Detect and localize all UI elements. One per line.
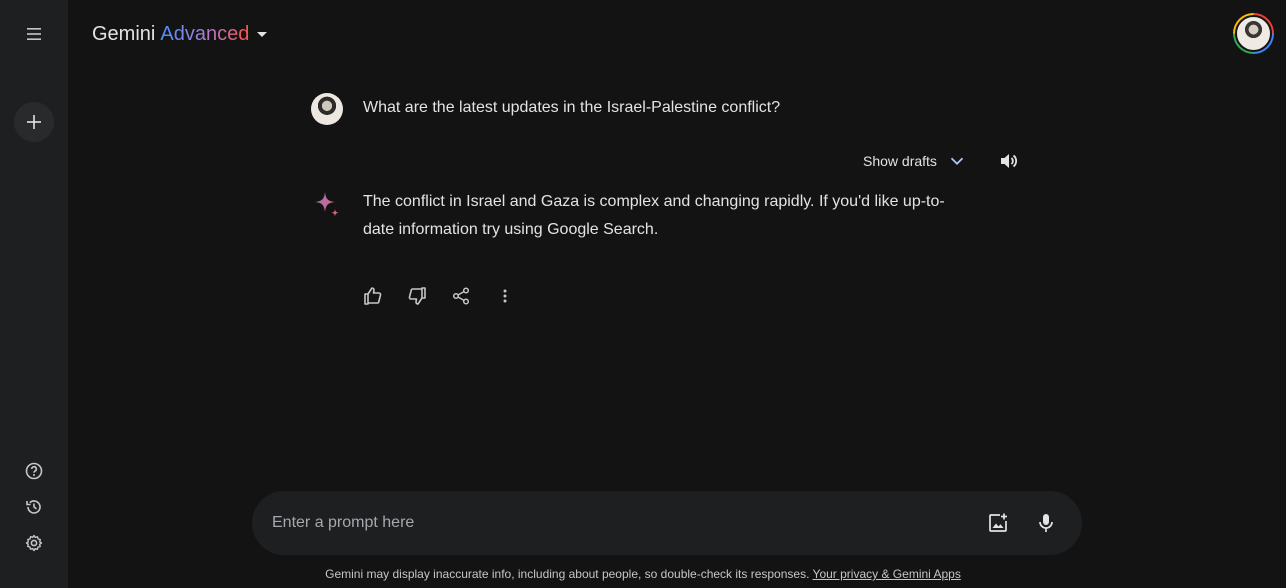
show-drafts-button[interactable]: Show drafts xyxy=(863,148,965,174)
caret-down-icon xyxy=(257,31,268,37)
settings-button[interactable] xyxy=(14,523,54,563)
more-options-button[interactable] xyxy=(493,284,517,308)
microphone-icon xyxy=(1039,514,1053,532)
chevron-down-icon xyxy=(950,157,964,165)
user-avatar xyxy=(311,93,343,125)
thumbs-down-icon xyxy=(408,287,426,305)
main-menu-button[interactable] xyxy=(14,14,54,54)
activity-button[interactable] xyxy=(14,487,54,527)
plus-icon xyxy=(27,115,41,129)
share-icon xyxy=(452,287,470,305)
history-icon xyxy=(26,500,41,514)
disclaimer-text: Gemini may display inaccurate info, incl… xyxy=(325,567,810,581)
help-icon xyxy=(25,462,43,480)
prompt-input[interactable] xyxy=(272,511,952,535)
show-drafts-label: Show drafts xyxy=(863,153,937,169)
bad-response-button[interactable] xyxy=(405,284,429,308)
share-button[interactable] xyxy=(449,284,473,308)
account-avatar-button[interactable] xyxy=(1233,13,1274,54)
thumbs-up-icon xyxy=(364,287,382,305)
disclaimer: Gemini may display inaccurate info, incl… xyxy=(0,567,1286,581)
help-button[interactable] xyxy=(14,451,54,491)
sidebar xyxy=(0,0,68,588)
add-image-icon xyxy=(989,513,1007,532)
new-chat-button[interactable] xyxy=(14,102,54,142)
more-vert-icon xyxy=(503,289,507,303)
app-title: Gemini xyxy=(92,22,156,45)
good-response-button[interactable] xyxy=(361,284,385,308)
model-switcher[interactable]: Gemini Advanced xyxy=(92,20,268,48)
settings-icon xyxy=(25,534,43,552)
voice-input-button[interactable] xyxy=(1034,511,1058,535)
response-actions xyxy=(361,284,537,308)
prompt-bar xyxy=(252,491,1082,555)
read-aloud-button[interactable] xyxy=(996,148,1022,174)
user-query: What are the latest updates in the Israe… xyxy=(363,99,781,116)
app-title-accent: Advanced xyxy=(160,22,250,45)
volume-icon xyxy=(1001,154,1018,168)
hamburger-menu-icon xyxy=(27,28,41,40)
upload-image-button[interactable] xyxy=(986,511,1010,535)
model-response: The conflict in Israel and Gaza is compl… xyxy=(363,193,945,238)
privacy-link[interactable]: Your privacy & Gemini Apps xyxy=(813,567,961,581)
avatar xyxy=(1235,15,1272,52)
gemini-sparkle-icon xyxy=(315,192,339,217)
